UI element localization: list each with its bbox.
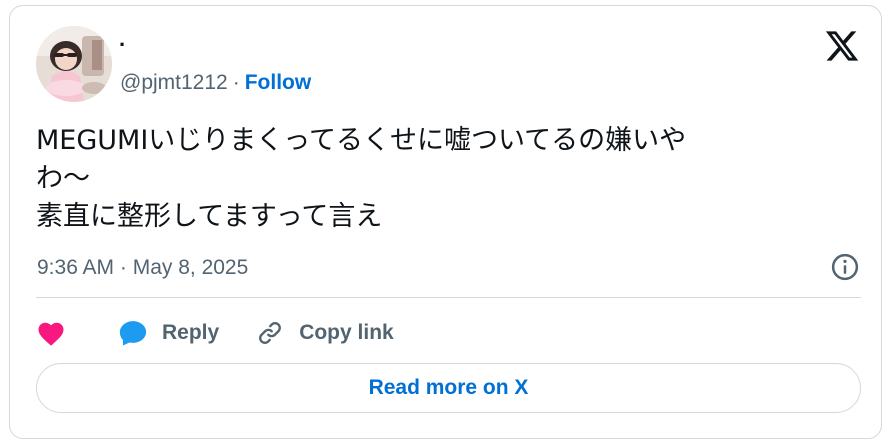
reply-label: Reply	[162, 321, 220, 344]
handle-row: @pjmt1212 · Follow	[120, 69, 311, 97]
separator-dot: ·	[232, 71, 240, 94]
avatar[interactable]	[36, 26, 112, 102]
heart-icon	[38, 322, 64, 346]
tweet-card: · @pjmt1212 · Follow MEGUMIいじりまくってるくせに嘘ついて…	[9, 5, 882, 439]
tweet-text: MEGUMIいじりまくってるくせに嘘ついてるの嫌いや わ〜 素直に整形してますっ…	[36, 125, 687, 232]
x-logo-icon[interactable]	[824, 28, 860, 64]
divider	[36, 297, 861, 298]
reply-button[interactable]: Reply	[118, 319, 219, 347]
user-handle[interactable]: @pjmt1212	[120, 71, 228, 94]
like-button[interactable]	[36, 319, 66, 347]
read-more-label: Read more on X	[368, 376, 529, 399]
follow-button[interactable]: Follow	[245, 71, 312, 94]
read-more-button[interactable]: Read more on X	[36, 363, 861, 413]
copy-link-button[interactable]: Copy link	[255, 319, 394, 347]
info-icon[interactable]	[830, 252, 860, 282]
display-name[interactable]: ·	[119, 32, 126, 58]
copy-link-label: Copy link	[299, 321, 394, 344]
link-icon	[259, 322, 282, 344]
tweet-actions: Reply Copy link	[36, 313, 430, 353]
avatar-image	[36, 26, 112, 102]
tweet-timestamp[interactable]: 9:36 AM · May 8, 2025	[37, 254, 248, 282]
reply-bubble-icon	[119, 321, 147, 346]
